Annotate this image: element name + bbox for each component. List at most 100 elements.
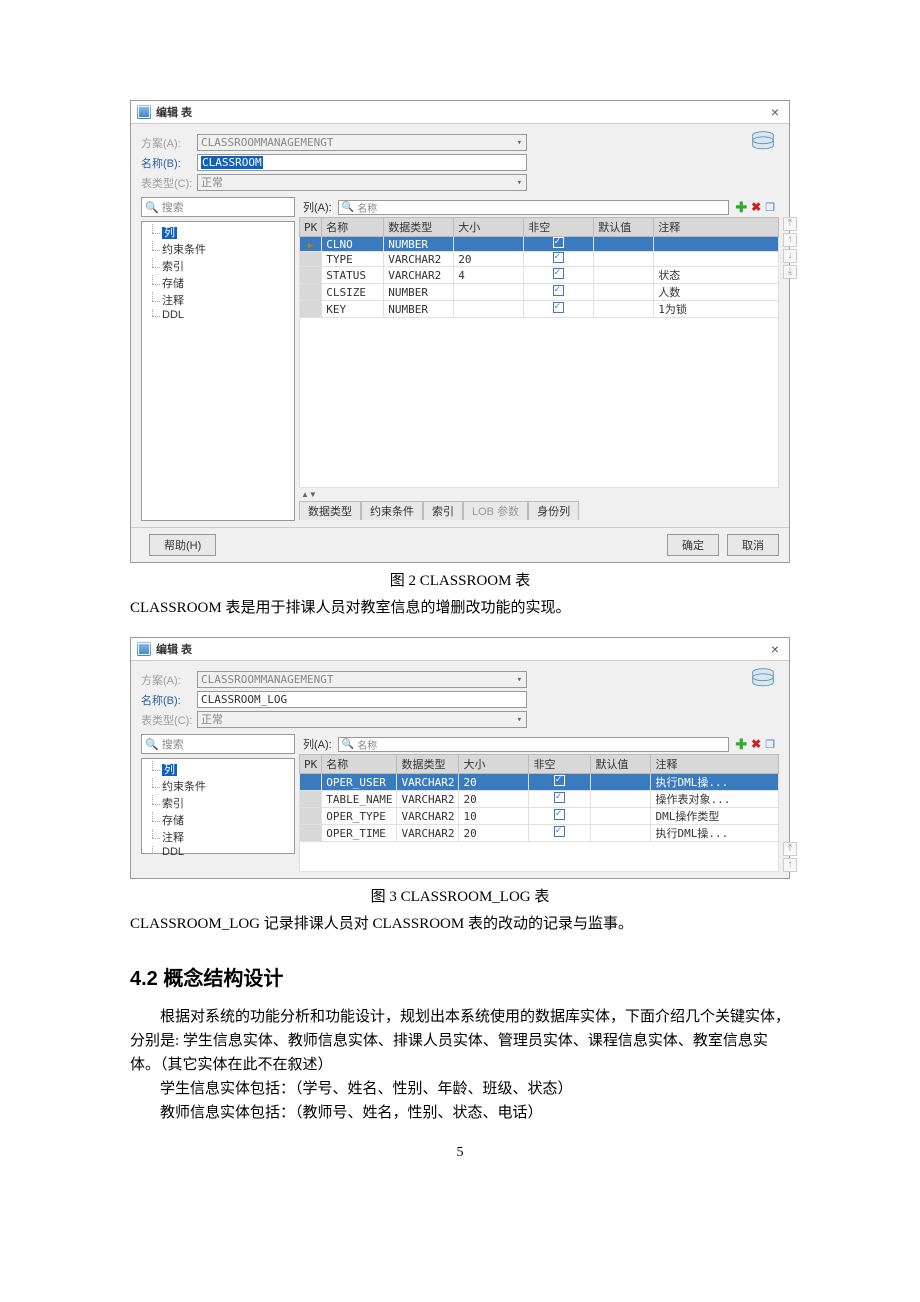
move-up-icon[interactable]: ↑ <box>783 233 797 247</box>
tab-lob: LOB 参数 <box>463 501 528 520</box>
col-default: 默认值 <box>594 218 654 237</box>
move-bottom-icon[interactable]: ⤓ <box>783 265 797 279</box>
body-text-1: CLASSROOM 表是用于排课人员对教室信息的增删改功能的实现。 <box>130 596 790 620</box>
tree-item-indexes[interactable]: 索引 <box>148 258 294 275</box>
table-row[interactable]: STATUSVARCHAR24状态 <box>300 267 779 284</box>
pk-icon: ▶ <box>308 241 313 251</box>
tree-search-input[interactable]: 🔍 搜索 <box>141 197 295 217</box>
scheme-select[interactable]: CLASSROOMMANAGEMENGT <box>197 671 527 688</box>
page-number: 5 <box>130 1145 790 1161</box>
tab-indexes[interactable]: 索引 <box>423 501 463 520</box>
add-column-icon[interactable]: ✚ <box>735 201 747 213</box>
notnull-checkbox[interactable] <box>553 268 564 279</box>
name-input[interactable]: CLASSROOM <box>197 154 527 171</box>
paragraph-1: 根据对系统的功能分析和功能设计，规划出本系统使用的数据库实体，下面介绍几个关键实… <box>130 1005 790 1077</box>
move-top-icon[interactable]: ⤒ <box>783 842 797 856</box>
notnull-checkbox[interactable] <box>554 826 565 837</box>
col-pk: PK <box>300 218 322 237</box>
columns-search-input[interactable]: 🔍 名称 <box>338 737 730 752</box>
tab-constraints[interactable]: 约束条件 <box>361 501 423 520</box>
columns-search-input[interactable]: 🔍 名称 <box>338 200 730 215</box>
edit-table-dialog-1: 编辑 表 × 方案(A): CLASSROOMMANAGEMENGT 名称(B)… <box>130 100 790 563</box>
tree-item-comments[interactable]: 注释 <box>148 292 294 309</box>
notnull-checkbox[interactable] <box>553 285 564 296</box>
tree-item-constraints[interactable]: 约束条件 <box>148 241 294 258</box>
name-input[interactable]: CLASSROOM_LOG <box>197 691 527 708</box>
category-tree[interactable]: 列 约束条件 索引 存储 注释 DDL <box>141 221 295 521</box>
tree-item-constraints[interactable]: 约束条件 <box>148 778 294 795</box>
tree-item-storage[interactable]: 存储 <box>148 812 294 829</box>
col-notnull: 非空 <box>529 755 591 774</box>
tree-item-comments[interactable]: 注释 <box>148 829 294 846</box>
notnull-checkbox[interactable] <box>554 792 565 803</box>
tree-item-columns[interactable]: 列 <box>148 761 294 778</box>
columns-grid[interactable]: PK 名称 数据类型 大小 非空 默认值 注释 ▶CLNONUMBER TYPE… <box>299 217 779 318</box>
table-row[interactable]: KEYNUMBER1为锁 <box>300 301 779 318</box>
table-row[interactable]: OPER_USERVARCHAR220执行DML操... <box>300 774 779 791</box>
col-default: 默认值 <box>591 755 651 774</box>
copy-column-icon[interactable]: ❐ <box>765 201 775 214</box>
tree-search-input[interactable]: 🔍 搜索 <box>141 734 295 754</box>
collapse-toggle-icon[interactable]: ▲▼ <box>301 490 779 499</box>
copy-column-icon[interactable]: ❐ <box>765 738 775 751</box>
database-icon <box>749 130 777 154</box>
tab-identity[interactable]: 身份列 <box>528 501 579 520</box>
search-icon: 🔍 <box>145 201 159 214</box>
figure-caption-2: 图 3 CLASSROOM_LOG 表 <box>130 885 790 906</box>
search-icon: 🔍 <box>342 739 354 750</box>
section-heading: 4.2 概念结构设计 <box>130 962 790 991</box>
row-reorder-buttons: ⤒ ↑ <box>783 842 797 872</box>
scheme-label: 方案(A): <box>141 672 197 688</box>
close-icon[interactable]: × <box>767 104 783 120</box>
col-datatype: 数据类型 <box>384 218 454 237</box>
close-icon[interactable]: × <box>767 641 783 657</box>
dialog-title: 编辑 表 <box>156 104 767 120</box>
tree-item-ddl[interactable]: DDL <box>148 309 294 322</box>
col-comment: 注释 <box>651 755 779 774</box>
tabletype-select[interactable]: 正常 <box>197 711 527 728</box>
scheme-select[interactable]: CLASSROOMMANAGEMENGT <box>197 134 527 151</box>
tree-item-indexes[interactable]: 索引 <box>148 795 294 812</box>
columns-grid[interactable]: PK 名称 数据类型 大小 非空 默认值 注释 OPER_USERVARCHAR… <box>299 754 779 842</box>
notnull-checkbox[interactable] <box>553 252 564 263</box>
edit-table-dialog-2: 编辑 表 × 方案(A): CLASSROOMMANAGEMENGT 名称(B)… <box>130 637 790 879</box>
dialog-title: 编辑 表 <box>156 641 767 657</box>
tabletype-select[interactable]: 正常 <box>197 174 527 191</box>
dialog-titlebar: 编辑 表 × <box>131 101 789 124</box>
add-column-icon[interactable]: ✚ <box>735 738 747 750</box>
col-name: 名称 <box>322 755 397 774</box>
notnull-checkbox[interactable] <box>554 775 565 786</box>
category-tree[interactable]: 列 约束条件 索引 存储 注释 DDL <box>141 758 295 854</box>
scheme-label: 方案(A): <box>141 135 197 151</box>
delete-column-icon[interactable]: ✖ <box>751 737 761 751</box>
tab-datatype[interactable]: 数据类型 <box>299 501 361 520</box>
move-top-icon[interactable]: ⤒ <box>783 217 797 231</box>
app-icon <box>137 105 151 119</box>
paragraph-2: 学生信息实体包括：（学号、姓名、性别、年龄、班级、状态） <box>130 1077 790 1101</box>
body-text-2: CLASSROOM_LOG 记录排课人员对 CLASSROOM 表的改动的记录与… <box>130 912 790 936</box>
col-name: 名称 <box>322 218 384 237</box>
move-down-icon[interactable]: ↓ <box>783 249 797 263</box>
notnull-checkbox[interactable] <box>554 809 565 820</box>
table-row[interactable]: TYPEVARCHAR220 <box>300 252 779 267</box>
cancel-button[interactable]: 取消 <box>727 534 779 556</box>
col-datatype: 数据类型 <box>397 755 459 774</box>
col-size: 大小 <box>454 218 524 237</box>
tree-item-storage[interactable]: 存储 <box>148 275 294 292</box>
move-up-icon[interactable]: ↑ <box>783 858 797 872</box>
table-row[interactable]: OPER_TIMEVARCHAR220执行DML操... <box>300 825 779 842</box>
tree-item-ddl[interactable]: DDL <box>148 846 294 859</box>
table-row[interactable]: OPER_TYPEVARCHAR210DML操作类型 <box>300 808 779 825</box>
table-row[interactable]: TABLE_NAMEVARCHAR220操作表对象... <box>300 791 779 808</box>
help-button[interactable]: 帮助(H) <box>149 534 216 556</box>
table-row[interactable]: ▶CLNONUMBER <box>300 237 779 252</box>
tree-item-columns[interactable]: 列 <box>148 224 294 241</box>
tabletype-label: 表类型(C): <box>141 712 197 728</box>
col-size: 大小 <box>459 755 529 774</box>
notnull-checkbox[interactable] <box>553 302 564 313</box>
col-pk: PK <box>300 755 322 774</box>
notnull-checkbox[interactable] <box>553 237 564 248</box>
ok-button[interactable]: 确定 <box>667 534 719 556</box>
delete-column-icon[interactable]: ✖ <box>751 200 761 214</box>
table-row[interactable]: CLSIZENUMBER人数 <box>300 284 779 301</box>
